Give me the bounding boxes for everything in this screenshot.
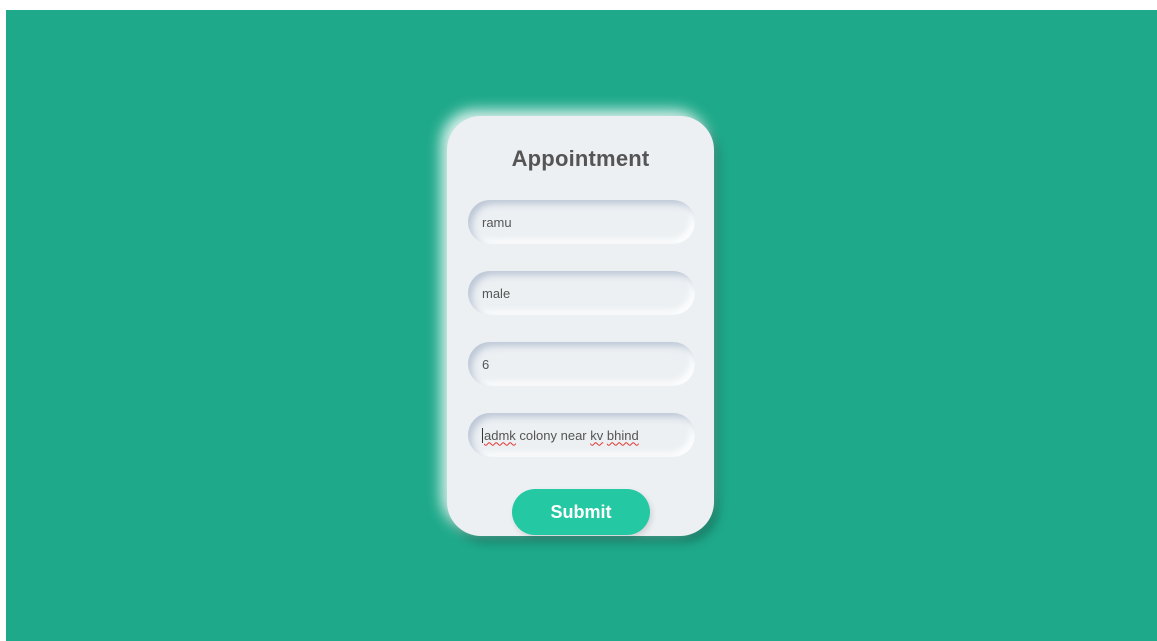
address-field[interactable]: admk colony near kv bhind — [468, 413, 695, 457]
submit-button[interactable]: Submit — [512, 489, 650, 535]
age-value: 6 — [482, 356, 490, 372]
address-word-3: kv — [590, 427, 604, 443]
address-value: admk colony near kv bhind — [482, 427, 639, 443]
appointment-form-card: Appointment ramu male 6 admk colony near… — [447, 116, 714, 536]
gender-field[interactable]: male — [468, 271, 695, 315]
age-field[interactable]: 6 — [468, 342, 695, 386]
address-word-4: bhind — [606, 427, 639, 443]
address-word-2: colony near — [519, 427, 587, 443]
text-cursor — [482, 427, 483, 443]
name-value: ramu — [482, 214, 512, 230]
address-word-1: admk — [484, 427, 516, 443]
name-field[interactable]: ramu — [468, 200, 695, 244]
gender-value: male — [482, 285, 511, 301]
form-title: Appointment — [511, 146, 650, 171]
